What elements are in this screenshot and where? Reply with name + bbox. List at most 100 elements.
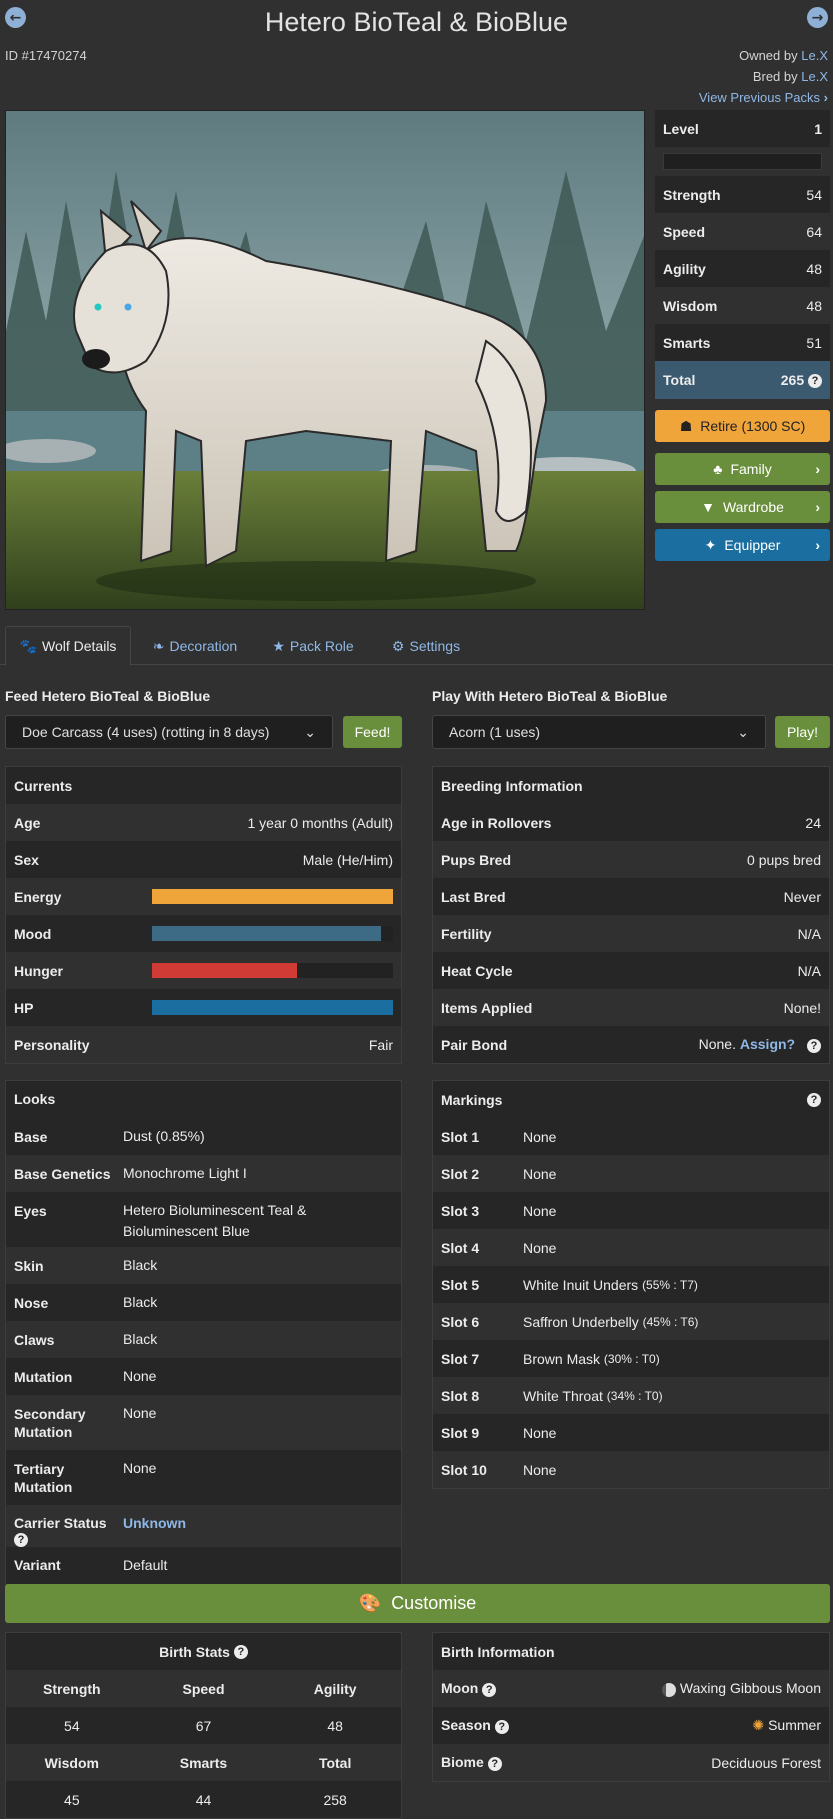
marking-slot-row: Slot 9 None (433, 1414, 829, 1451)
tab-pack-role[interactable]: ★ Pack Role (258, 626, 368, 666)
carrier-status-link[interactable]: Unknown (123, 1503, 186, 1534)
tab-decoration[interactable]: ❧ Decoration (140, 626, 250, 666)
retire-button[interactable]: ☗ Retire (1300 SC) (655, 410, 830, 442)
stat-row-agility: Agility 48 (655, 250, 830, 287)
owner-link[interactable]: Le.X (801, 48, 828, 63)
mood-label: Mood (14, 925, 52, 942)
looks-heading: Looks (14, 1091, 56, 1107)
help-icon[interactable]: ? (487, 1756, 502, 1771)
family-button[interactable]: ♣ Family › (655, 453, 830, 485)
wolf-id: ID #17470274 (5, 48, 87, 63)
assign-link[interactable]: Assign? (740, 1036, 795, 1052)
markings-heading-row: Markings? (433, 1081, 829, 1118)
equipper-button[interactable]: ✦ Equipper › (655, 529, 830, 561)
breeding-label: Fertility (441, 925, 492, 942)
looks-value: None (123, 1368, 157, 1384)
breeding-value: N/A (797, 925, 821, 942)
hp-row: HP (6, 989, 401, 1026)
looks-value: Dust (0.85%) (123, 1128, 205, 1144)
currents-heading: Currents (14, 777, 73, 794)
stat-value: 48 (806, 260, 822, 277)
carrier-label: Carrier Status (14, 1515, 107, 1531)
looks-row: Base Genetics Monochrome Light I (6, 1155, 401, 1192)
birth-stat-value: 54 (64, 1717, 80, 1734)
biome-label-wrap: Biome ? (441, 1754, 502, 1771)
slot-value: None (523, 1424, 557, 1441)
looks-panel: Looks Base Dust (0.85%) Base Genetics Monoc… (5, 1080, 402, 1586)
customise-button[interactable]: 🎨 Customise (5, 1584, 830, 1623)
pair-bond-value: None. (698, 1036, 736, 1053)
moon-value-wrap: Waxing Gibbous Moon (661, 1680, 821, 1697)
view-previous-packs-link[interactable]: View Previous Packs (699, 90, 820, 105)
slot-label: Slot 2 (441, 1165, 480, 1182)
help-icon[interactable]: ? (494, 1719, 509, 1734)
birth-stats-panel: Birth Stats ? Strength Speed Agility 54 67 4… (5, 1632, 402, 1819)
biome-value: Deciduous Forest (711, 1754, 821, 1771)
breeding-row: Pups Bred 0 pups bred (433, 841, 829, 878)
play-select[interactable]: Acorn (1 uses) ⌄ (432, 715, 766, 749)
slot-label: Slot 8 (441, 1387, 480, 1404)
marking-slot-row: Slot 10 None (433, 1451, 829, 1488)
wardrobe-button[interactable]: ▼ Wardrobe › (655, 491, 830, 523)
chevron-right-icon: › (815, 537, 820, 553)
play-button[interactable]: Play! (775, 716, 830, 748)
stat-row-wisdom: Wisdom 48 (655, 287, 830, 324)
stats-panel: Level 1 Strength 54 Speed 64 Agility 48 Wisdom 4… (655, 110, 830, 399)
help-icon[interactable]: ? (808, 374, 822, 389)
birth-stat-value: 258 (323, 1791, 347, 1808)
looks-label: Mutation (14, 1369, 73, 1385)
birth-info-heading: Birth Information (441, 1643, 555, 1660)
slot-label: Slot 9 (441, 1424, 480, 1441)
birth-stats-heading-row: Birth Stats ? (6, 1633, 401, 1670)
breeding-value: None! (783, 999, 821, 1016)
tab-settings[interactable]: ⚙ Settings (376, 626, 476, 666)
slot-label: Slot 6 (441, 1313, 480, 1330)
wolf-artwork (5, 110, 645, 610)
season-label-wrap: Season ? (441, 1717, 509, 1734)
birth-stat-value: 45 (64, 1791, 80, 1808)
pair-bond-row: Pair Bond None. Assign? ? (433, 1026, 829, 1063)
help-icon[interactable]: ? (233, 1644, 248, 1659)
slot-value: Saffron Underbelly (523, 1313, 639, 1330)
looks-row: Tertiary Mutation None (6, 1450, 401, 1505)
looks-label: Base Genetics (14, 1166, 111, 1182)
total-value: 265 ? (781, 372, 822, 389)
birth-stats-header-2: Wisdom Smarts Total (6, 1744, 401, 1781)
view-previous-packs[interactable]: View Previous Packs › (699, 90, 828, 105)
stat-value: 54 (806, 186, 822, 203)
help-icon[interactable]: ? (14, 1533, 28, 1548)
feed-button[interactable]: Feed! (343, 716, 402, 748)
looks-heading-row: Looks (6, 1081, 401, 1118)
stat-row-strength: Strength 54 (655, 176, 830, 213)
mood-row: Mood (6, 915, 401, 952)
sex-value: Male (He/Him) (302, 851, 393, 868)
help-icon[interactable]: ? (807, 1038, 821, 1053)
hunger-row: Hunger (6, 952, 401, 989)
looks-row: Nose Black (6, 1284, 401, 1321)
variant-value: Default (123, 1557, 168, 1574)
level-progress-bar (663, 153, 822, 170)
moon-row: Moon ? Waxing Gibbous Moon (433, 1670, 829, 1707)
looks-row: Eyes Hetero Bioluminescent Teal & Biolumi… (6, 1192, 401, 1247)
help-icon[interactable]: ? (807, 1092, 821, 1107)
breeding-row: Age in Rollovers 24 (433, 804, 829, 841)
breeder-link[interactable]: Le.X (801, 69, 828, 84)
breeding-row: Heat Cycle N/A (433, 952, 829, 989)
birth-stat-value: 67 (195, 1717, 212, 1734)
breeding-label: Pups Bred (441, 851, 512, 868)
marking-slot-row: Slot 4 None (433, 1229, 829, 1266)
breeding-value: 0 pups bred (747, 851, 821, 868)
stat-rows: Strength 54 Speed 64 Agility 48 Wisdom 48 Smarts… (655, 176, 830, 361)
chevron-down-icon: ⌄ (304, 723, 316, 740)
feed-select[interactable]: Doe Carcass (4 uses) (rotting in 8 days)… (5, 715, 333, 749)
level-progress-row (655, 147, 830, 176)
sex-label: Sex (14, 851, 39, 868)
moon-phase-icon (661, 1682, 676, 1697)
stat-row-speed: Speed 64 (655, 213, 830, 250)
wardrobe-label: Wardrobe (722, 499, 784, 515)
palette-icon: 🎨 (358, 1593, 382, 1613)
help-icon[interactable]: ? (482, 1682, 497, 1697)
energy-bar (152, 889, 393, 904)
energy-label: Energy (14, 888, 62, 905)
tab-wolf-details[interactable]: 🐾 Wolf Details (5, 626, 131, 666)
